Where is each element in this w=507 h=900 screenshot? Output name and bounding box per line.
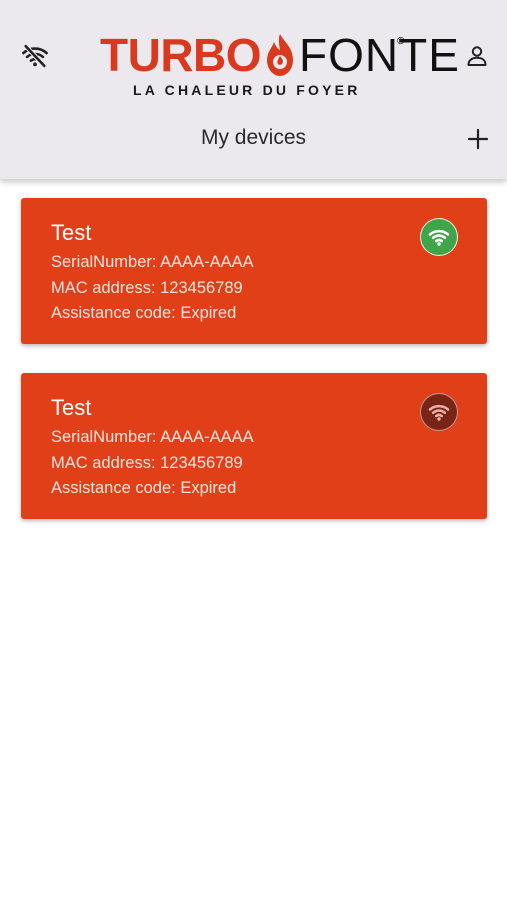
wifi-icon (428, 229, 450, 246)
device-assistance-code: Assistance code: Expired (51, 304, 237, 322)
wifi-icon (428, 404, 450, 421)
profile-button[interactable] (457, 36, 497, 76)
plus-icon (467, 128, 489, 150)
wifi-off-button[interactable] (15, 36, 55, 76)
device-mac: MAC address: 123456789 (51, 279, 243, 297)
user-icon (467, 46, 487, 66)
connection-status-offline (420, 393, 458, 431)
device-serial: SerialNumber: AAAA-AAAA (51, 253, 254, 271)
wifi-off-icon (22, 43, 48, 69)
registered-mark: ® (397, 36, 405, 47)
device-assistance-code: Assistance code: Expired (51, 479, 237, 497)
flame-icon (267, 34, 294, 76)
connection-status-online (420, 218, 458, 256)
page-title: My devices (200, 126, 307, 149)
device-mac: MAC address: 123456789 (51, 454, 243, 472)
device-name: Test (51, 395, 92, 420)
brand-turbo: TURBO (100, 29, 262, 81)
app-header: TURBO FONTE ® LA CHALEUR DU FOYER My dev… (0, 0, 507, 179)
device-name: Test (51, 220, 92, 245)
brand-tagline: LA CHALEUR DU FOYER (133, 82, 361, 98)
brand-logo: TURBO FONTE ® LA CHALEUR DU FOYER (100, 29, 459, 100)
brand-fonte: FONTE (299, 29, 460, 81)
add-device-button[interactable] (458, 119, 498, 159)
device-card[interactable]: Test SerialNumber: AAAA-AAAA MAC address… (21, 373, 487, 519)
device-serial: SerialNumber: AAAA-AAAA (51, 428, 254, 446)
device-card[interactable]: Test SerialNumber: AAAA-AAAA MAC address… (21, 198, 487, 344)
